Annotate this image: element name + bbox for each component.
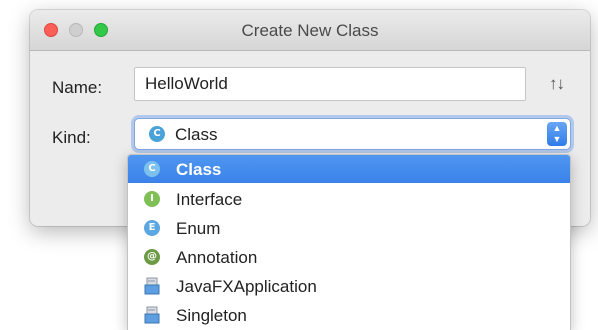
name-label: Name:	[52, 78, 103, 97]
option-label: Annotation	[176, 248, 258, 267]
class-icon: C	[144, 161, 160, 177]
option-label: JavaFXApplication	[176, 277, 317, 296]
name-input[interactable]	[134, 67, 526, 101]
kind-option-class[interactable]: C Class	[128, 155, 570, 183]
interface-icon: I	[144, 191, 160, 207]
option-label: Interface	[176, 190, 243, 209]
kind-option-javafxapplication[interactable]: JavaFXApplication	[128, 272, 570, 300]
class-icon: C	[149, 126, 165, 142]
kind-option-enum[interactable]: E Enum	[128, 214, 570, 242]
enum-icon: E	[144, 220, 160, 236]
kind-select[interactable]: C Class ▲ ▼	[134, 118, 571, 150]
kind-selected-value: Class	[175, 125, 218, 144]
file-template-icon	[144, 306, 160, 324]
option-label: Enum	[176, 219, 221, 238]
select-stepper-icon[interactable]: ▲ ▼	[547, 122, 567, 146]
title-bar: Create New Class	[30, 10, 590, 51]
option-label: Singleton	[176, 306, 247, 325]
kind-option-interface[interactable]: I Interface	[128, 185, 570, 213]
window-title: Create New Class	[241, 21, 379, 40]
screen: Create New Class Name: ↑↓ Kind: C Class …	[0, 0, 598, 330]
kind-label: Kind:	[52, 128, 91, 147]
annotation-icon: @	[144, 249, 160, 265]
kind-dropdown-menu: C Class I Interface E Enum @ Annotation …	[127, 154, 571, 330]
file-template-icon	[144, 277, 160, 295]
kind-option-singleton[interactable]: Singleton	[128, 301, 570, 329]
sort-arrows-icon[interactable]: ↑↓	[549, 74, 565, 94]
option-label: Class	[176, 160, 222, 179]
kind-option-annotation[interactable]: @ Annotation	[128, 243, 570, 271]
